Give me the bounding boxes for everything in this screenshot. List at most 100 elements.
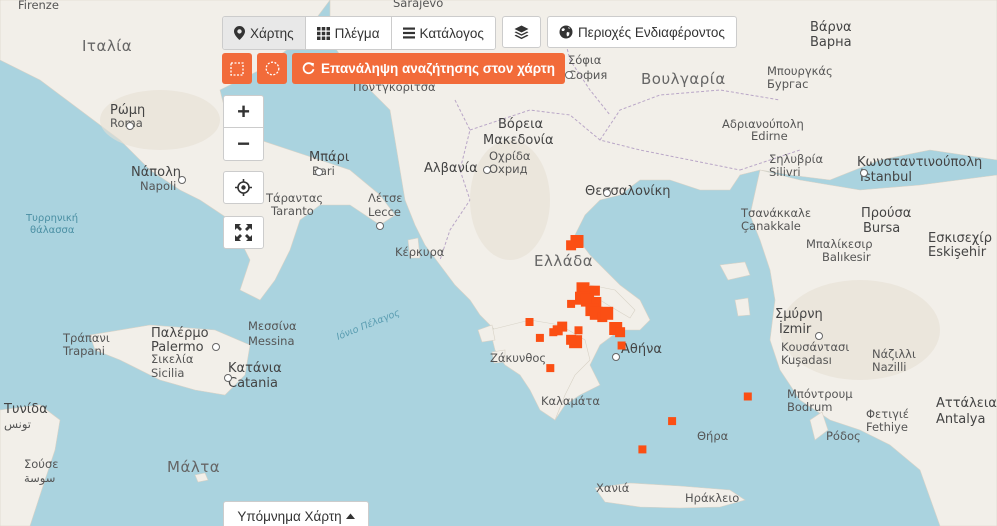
map-label-ohrid: Οχρίδα: [489, 149, 531, 163]
map-label-balikesir-lat: Balıkesir: [822, 250, 871, 264]
observation-marker[interactable]: [743, 392, 752, 401]
map-label-silivri-lat: Silivri: [769, 165, 801, 179]
map-label-kerkyra: Κέρκυρα: [395, 245, 445, 259]
map-label-zakynthos: Ζάκυνθος: [490, 351, 546, 365]
crosshair-icon: [235, 179, 252, 196]
rectangle-select-icon: [230, 61, 244, 76]
observation-marker[interactable]: [546, 364, 555, 373]
map-label-izmir: İzmir: [779, 321, 812, 337]
map-label-bursa-lat: Bursa: [863, 221, 900, 236]
map-label-istanbul-lat: İstanbul: [860, 169, 912, 185]
map-label-lecce: Λέτσε: [368, 191, 403, 205]
refresh-icon: [302, 62, 315, 75]
map-label-canakkale: Τσανάκκαλε: [740, 206, 811, 220]
circle-select-icon: [265, 61, 280, 76]
map-legend-label: Υπόμνημα Χάρτη: [237, 508, 342, 524]
map-label-thessaloniki: Θεσσαλονίκη: [585, 184, 671, 199]
map-label-bulgaria: Βουλγαρία: [641, 70, 726, 88]
map-label-heraklion: Ηράκλειο: [685, 491, 739, 505]
map-label-n-macedonia-1: Βόρεια: [498, 117, 543, 132]
observation-marker[interactable]: [525, 318, 534, 326]
map-label-varna: Βάρνα: [810, 20, 852, 35]
map-label-eskisehir: Εσκισεχίρ: [928, 231, 992, 246]
map-label-sousse-ar: سوسة: [24, 471, 55, 486]
zoom-control: + −: [223, 95, 264, 161]
map-view-label: Χάρτης: [250, 25, 294, 41]
city-dot: [815, 332, 823, 340]
zoom-in-button[interactable]: +: [224, 96, 263, 128]
view-switcher: Χάρτης Πλέγμα Κατάλογος: [222, 16, 496, 50]
map-label-tyrrhenian-2: θάλασσα: [30, 224, 75, 236]
observation-marker[interactable]: [600, 306, 614, 320]
layers-button[interactable]: [501, 16, 541, 48]
map-label-bursa: Προύσα: [861, 206, 911, 221]
map-label-sicilia: Σικελία: [151, 352, 194, 366]
map-label-lecce-lat: Lecce: [368, 205, 401, 219]
city-dot: [178, 176, 186, 184]
map-label-greece: Ελλάδα: [534, 252, 593, 270]
observation-marker[interactable]: [617, 341, 626, 350]
map-label-silivri: Σηλυβρία: [769, 152, 824, 166]
city-dot: [603, 189, 611, 197]
grid-view-label: Πλέγμα: [334, 25, 380, 41]
view-toolbar: Χάρτης Πλέγμα Κατάλογος Περιοχές Ενδιαφέ…: [222, 16, 737, 50]
fullscreen-icon: [235, 224, 252, 241]
map-label-sofia-lat: София: [568, 68, 607, 82]
city-dot: [224, 374, 232, 382]
observation-marker[interactable]: [570, 235, 584, 248]
map-label-chania: Χανιά: [596, 481, 630, 495]
rectangle-select-button[interactable]: [222, 53, 252, 84]
map-label-antalya-lat: Antalya: [936, 412, 985, 427]
observation-marker[interactable]: [566, 334, 577, 345]
observation-marker[interactable]: [668, 417, 677, 426]
map-label-taranto: Τάραντας: [265, 191, 323, 205]
map-legend-toggle[interactable]: Υπόμνημα Χάρτη: [223, 501, 369, 526]
fullscreen-button[interactable]: [223, 216, 264, 249]
map-label-catania: Κατάνια: [228, 361, 282, 376]
observation-marker[interactable]: [549, 328, 558, 337]
observation-marker[interactable]: [638, 445, 647, 454]
map-label-sarajevo: Sarajevo: [393, 0, 443, 10]
observation-marker[interactable]: [615, 327, 626, 338]
city-dot: [212, 343, 220, 351]
map-label-smyrna: Σμύρνη: [775, 307, 823, 322]
repeat-search-label: Επανάληψη αναζήτησης στον χάρτη: [321, 61, 555, 76]
city-dot: [612, 353, 620, 361]
map-label-trapani-lat: Trapani: [62, 344, 105, 358]
map-view-button[interactable]: Χάρτης: [223, 17, 306, 49]
map-label-nazilli-lat: Nazilli: [872, 360, 906, 374]
map-label-trapani: Τράπανι: [62, 331, 110, 345]
layers-icon: [514, 25, 529, 40]
map-label-palermo: Παλέρμο: [151, 326, 209, 341]
circle-select-button[interactable]: [257, 53, 287, 84]
observation-marker[interactable]: [535, 333, 544, 342]
map-label-bari: Μπάρι: [309, 150, 349, 165]
locate-me-button[interactable]: [223, 171, 264, 204]
map-label-roma-lat: Roma: [110, 116, 143, 130]
map-label-kusadasi-lat: Kuşadası: [781, 353, 832, 367]
areas-of-interest-label: Περιοχές Ενδιαφέροντος: [577, 24, 725, 40]
list-view-button[interactable]: Κατάλογος: [391, 17, 495, 49]
map-label-malta: Μάλτα: [167, 458, 220, 476]
map-label-eskisehir-lat: Eskişehir: [928, 245, 987, 260]
map-label-athens: Αθήνα: [621, 342, 662, 357]
repeat-search-button[interactable]: Επανάληψη αναζήτησης στον χάρτη: [292, 53, 565, 84]
zoom-out-button[interactable]: −: [224, 128, 263, 160]
caret-up-icon: [345, 513, 355, 519]
map-label-antalya: Αττάλεια: [936, 396, 997, 411]
map-label-messina: Μεσσίνα: [248, 319, 297, 333]
map-label-catania-lat: Catania: [228, 376, 278, 391]
map-label-fethiye: Φετιγιέ: [866, 407, 909, 421]
map-label-messina-lat: Messina: [248, 334, 295, 348]
areas-of-interest-button[interactable]: Περιοχές Ενδιαφέροντος: [546, 16, 737, 48]
city-dot: [483, 166, 491, 174]
map-label-nazilli: Νάζιλλι: [872, 347, 916, 361]
city-dot: [315, 168, 323, 176]
grid-view-button[interactable]: Πλέγμα: [305, 17, 392, 49]
observation-marker[interactable]: [567, 299, 576, 308]
map-label-burgas: Μπουργκάς: [767, 64, 833, 78]
map-pin-icon: [234, 26, 245, 40]
observation-marker[interactable]: [574, 326, 583, 335]
map-label-varna-lat: Варна: [810, 35, 852, 50]
search-tools: Επανάληψη αναζήτησης στον χάρτη: [222, 53, 565, 84]
